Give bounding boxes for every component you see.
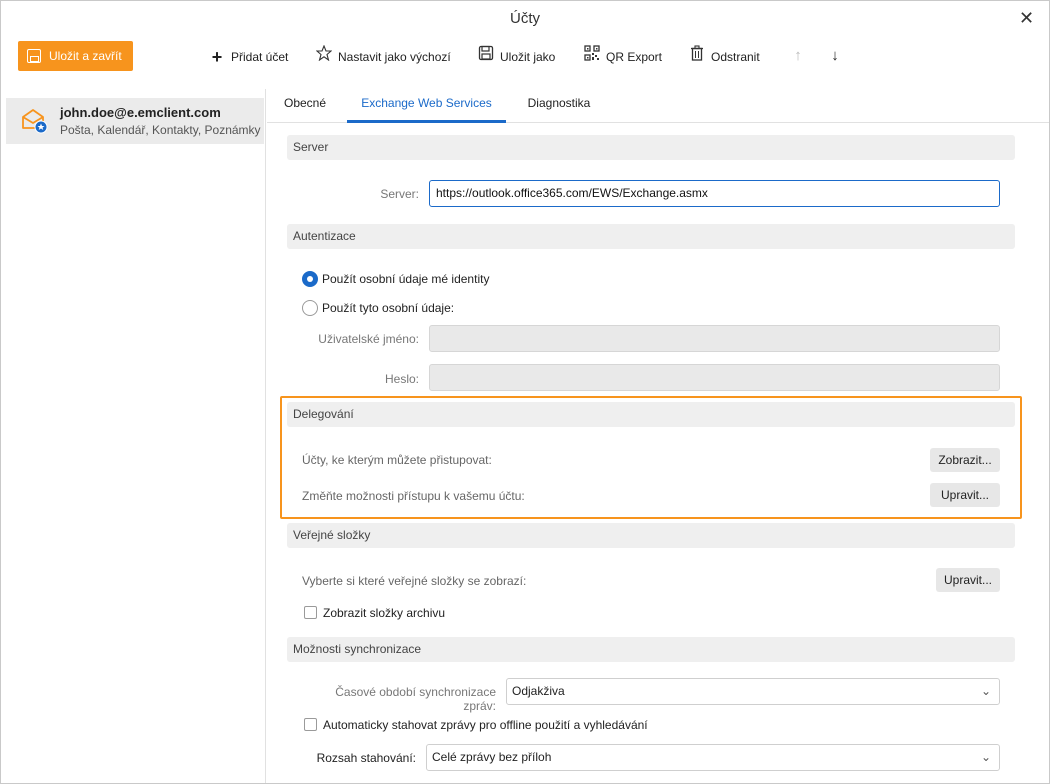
- save-as-button[interactable]: Uložit jako: [477, 45, 555, 67]
- radio-checked-icon: [302, 270, 318, 287]
- checkbox-icon: [304, 606, 317, 620]
- move-down-button[interactable]: ↓: [828, 45, 842, 67]
- password-input[interactable]: [429, 364, 1000, 391]
- download-range-label: Rozsah stahování:: [316, 751, 416, 765]
- save-and-close-button[interactable]: Uložit a zavřít: [18, 41, 133, 71]
- chevron-down-icon: ⌄: [980, 684, 991, 698]
- username-input[interactable]: [429, 325, 1000, 352]
- qr-code-icon: [583, 45, 601, 68]
- add-account-button[interactable]: + Přidat účet: [208, 45, 289, 67]
- account-item[interactable]: john.doe@e.emclient.com Pošta, Kalendář,…: [6, 98, 264, 144]
- server-section-header: Server: [287, 135, 1015, 160]
- tab-diagnostics[interactable]: Diagnostika: [518, 89, 600, 123]
- server-input[interactable]: https://outlook.office365.com/EWS/Exchan…: [429, 180, 1000, 207]
- save-and-close-label: Uložit a zavřít: [49, 49, 122, 63]
- save-icon: [27, 49, 41, 63]
- download-range-select[interactable]: Celé zprávy bez příloh ⌄: [426, 744, 1000, 771]
- accessible-accounts-label: Účty, ke kterým můžete přistupovat:: [302, 453, 492, 467]
- change-access-label: Změňte možnosti přístupu k vašemu účtu:: [302, 489, 525, 503]
- toolbar: Uložit a zavřít + Přidat účet Nastavit ja…: [1, 37, 1049, 79]
- use-custom-credentials-radio[interactable]: Použít tyto osobní údaje:: [302, 298, 454, 316]
- account-email: john.doe@e.emclient.com: [60, 105, 221, 120]
- password-label: Heslo:: [384, 372, 419, 386]
- server-label: Server:: [380, 187, 419, 201]
- close-icon[interactable]: ✕: [1019, 9, 1035, 27]
- remove-button[interactable]: Odstranit: [688, 45, 760, 67]
- star-icon: [315, 44, 333, 68]
- checkbox-icon: [304, 718, 317, 732]
- public-folders-label: Vyberte si které veřejné složky se zobra…: [302, 574, 527, 588]
- tab-general[interactable]: Obecné: [273, 89, 337, 123]
- authentication-section-header: Autentizace: [287, 224, 1015, 249]
- move-up-button[interactable]: ↑: [791, 45, 805, 67]
- qr-export-button[interactable]: QR Export: [583, 45, 662, 67]
- set-default-button[interactable]: Nastavit jako výchozí: [315, 44, 451, 68]
- sync-period-select[interactable]: Odjakživa ⌄: [506, 678, 1000, 705]
- edit-public-folders-button[interactable]: Upravit...: [936, 568, 1000, 592]
- sync-period-label: Časové období synchronizace zpráv:: [335, 685, 496, 713]
- plus-icon: +: [211, 46, 223, 67]
- email-account-icon: [20, 106, 50, 136]
- window-title: Účty: [510, 10, 540, 27]
- public-folders-section-header: Veřejné složky: [287, 523, 1015, 548]
- save-icon: [477, 45, 495, 68]
- radio-unchecked-icon: [302, 299, 318, 316]
- show-archive-folders-checkbox[interactable]: Zobrazit složky archivu: [302, 603, 445, 621]
- trash-icon: [688, 45, 706, 68]
- auto-download-checkbox[interactable]: Automaticky stahovat zprávy pro offline …: [302, 715, 648, 733]
- sync-options-section-header: Možnosti synchronizace: [287, 637, 1015, 662]
- accounts-dialog: Účty ✕ Uložit a zavřít + Přidat účet Nast…: [0, 0, 1050, 784]
- chevron-down-icon: ⌄: [980, 750, 991, 764]
- delegation-section-header: Delegování: [287, 402, 1015, 427]
- show-delegates-button[interactable]: Zobrazit...: [930, 448, 1000, 472]
- tab-exchange-web-services[interactable]: Exchange Web Services: [347, 89, 506, 123]
- account-services: Pošta, Kalendář, Kontakty, Poznámky: [60, 123, 261, 137]
- use-identity-credentials-radio[interactable]: Použít osobní údaje mé identity: [302, 269, 489, 287]
- username-label: Uživatelské jméno:: [318, 332, 419, 346]
- accounts-sidebar: john.doe@e.emclient.com Pošta, Kalendář,…: [2, 89, 266, 783]
- edit-delegates-button[interactable]: Upravit...: [930, 483, 1000, 507]
- tab-bar: Obecné Exchange Web Services Diagnostika: [267, 89, 1049, 123]
